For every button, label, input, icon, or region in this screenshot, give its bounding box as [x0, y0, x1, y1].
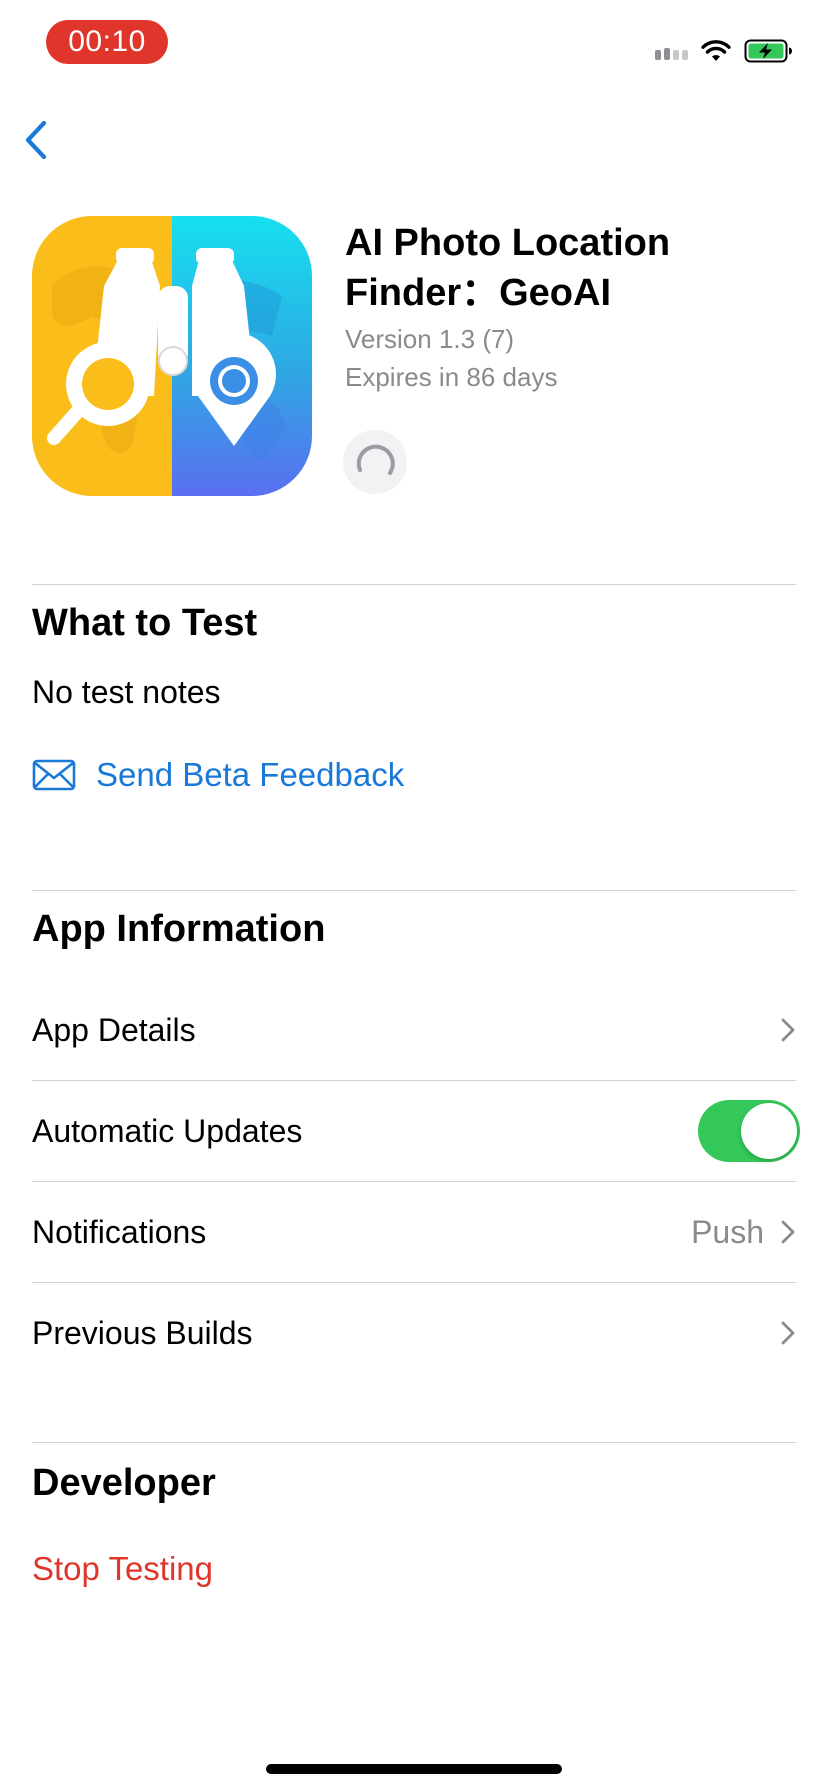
wifi-icon	[701, 40, 731, 61]
status-time[interactable]: 00:10	[46, 20, 168, 64]
send-beta-feedback-link[interactable]: Send Beta Feedback	[32, 754, 404, 796]
toggle-knob	[741, 1103, 797, 1159]
row-label: Notifications	[32, 1213, 207, 1250]
chevron-right-icon	[781, 1321, 795, 1345]
home-indicator[interactable]	[266, 1764, 562, 1774]
chevron-right-icon	[781, 1220, 795, 1244]
send-beta-feedback-label: Send Beta Feedback	[96, 756, 405, 793]
app-expires: Expires in 86 days	[345, 362, 558, 392]
status-bar: 00:10	[0, 0, 828, 90]
notifications-row[interactable]: Notifications Push	[32, 1182, 796, 1282]
divider	[32, 584, 796, 585]
automatic-updates-row: Automatic Updates	[32, 1081, 800, 1181]
cellular-signal-icon	[655, 42, 688, 60]
stop-testing-button[interactable]: Stop Testing	[32, 1550, 213, 1588]
battery-charging-icon	[744, 39, 792, 63]
row-label: Automatic Updates	[32, 1112, 303, 1149]
what-to-test-heading: What to Test	[32, 602, 258, 644]
divider	[32, 890, 796, 891]
binoculars-map-pin-icon	[32, 216, 312, 496]
app-title: AI Photo Location Finder：GeoAI	[345, 222, 671, 314]
back-button[interactable]	[22, 118, 62, 168]
app-version: Version 1.3 (7)	[345, 324, 515, 354]
divider	[32, 1442, 796, 1443]
status-icons	[655, 34, 794, 68]
automatic-updates-toggle[interactable]	[698, 1100, 800, 1162]
app-information-heading: App Information	[32, 908, 326, 950]
chevron-left-icon	[25, 120, 47, 160]
chevron-right-icon	[781, 1018, 795, 1042]
notifications-value: Push	[691, 1213, 764, 1250]
envelope-icon	[32, 759, 76, 791]
row-label: App Details	[32, 1011, 196, 1048]
activity-indicator-icon	[356, 444, 395, 475]
developer-heading: Developer	[32, 1462, 216, 1504]
row-label: Previous Builds	[32, 1314, 253, 1351]
app-details-row[interactable]: App Details	[32, 980, 796, 1080]
app-icon	[32, 216, 312, 496]
loading-spinner	[343, 430, 407, 494]
test-notes: No test notes	[32, 674, 221, 710]
previous-builds-row[interactable]: Previous Builds	[32, 1283, 796, 1383]
